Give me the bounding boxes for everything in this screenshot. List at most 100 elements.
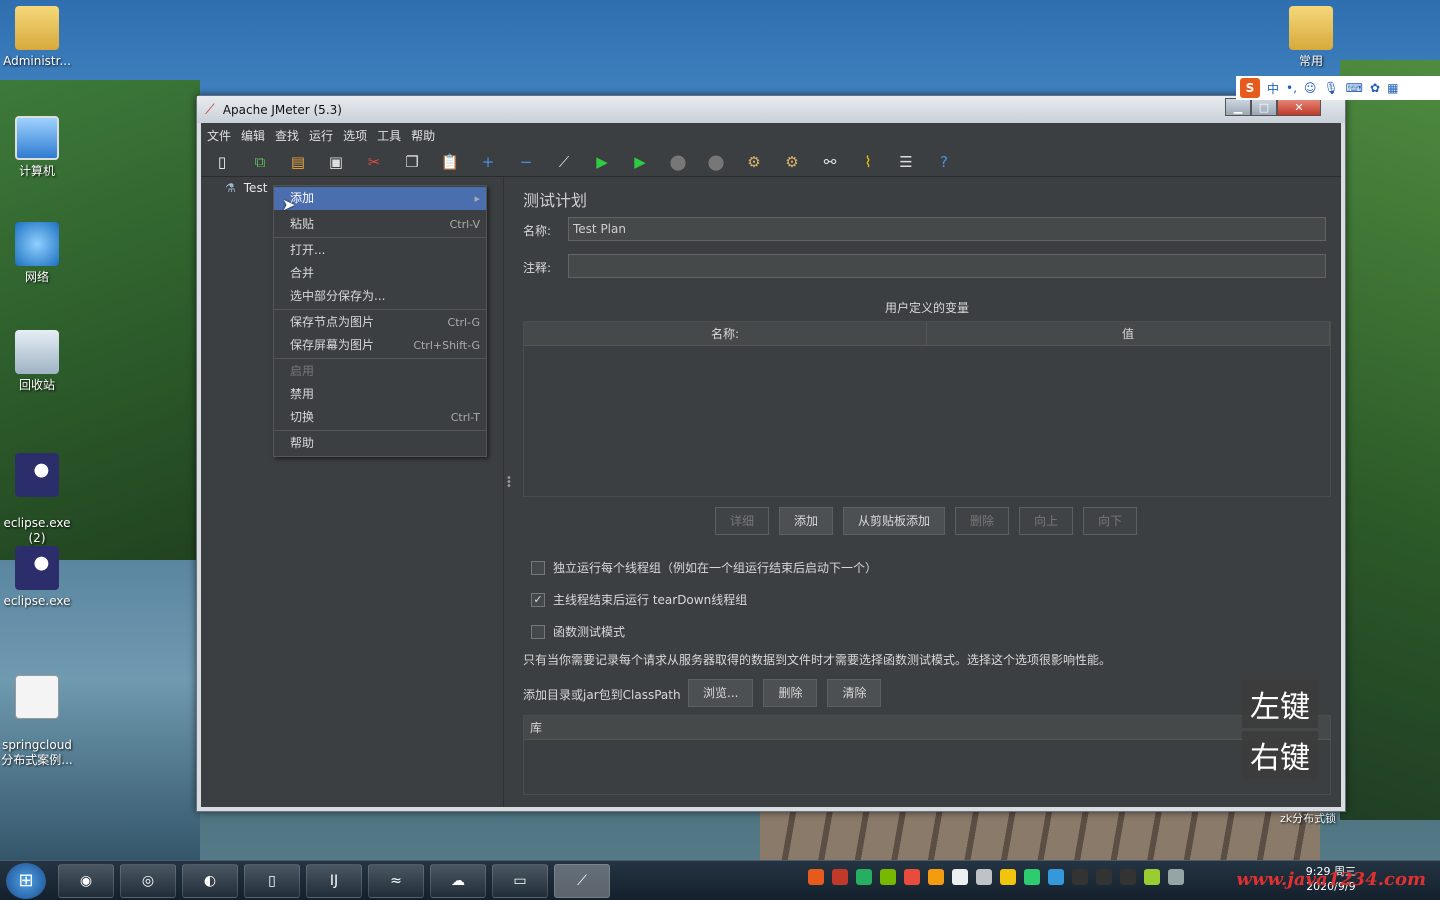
desktop-icon-administrator[interactable]: Administr... — [0, 6, 74, 69]
save-icon[interactable]: ▣ — [325, 151, 347, 173]
tray-shield-icon[interactable] — [856, 869, 872, 885]
splitter-handle[interactable]: • • • — [503, 177, 512, 807]
column-header-library[interactable]: 库 — [524, 716, 542, 739]
taskbar-app-360[interactable]: ◉ — [58, 864, 114, 898]
name-field[interactable]: Test Plan — [568, 217, 1326, 241]
classpath-clear-button[interactable]: 清除 — [827, 679, 882, 707]
tree-node-test-plan[interactable]: ⚗ Test — [225, 181, 267, 195]
tray-qq-icon[interactable] — [1096, 869, 1112, 885]
tray-calendar-icon[interactable] — [832, 869, 848, 885]
tray-wechat-icon[interactable] — [1024, 869, 1040, 885]
stop-icon[interactable]: ⬤ — [667, 151, 689, 173]
expand-icon[interactable]: + — [477, 151, 499, 173]
desktop-icon-computer[interactable]: 计算机 — [0, 116, 74, 179]
user-variables-table[interactable]: 名称: 值 — [523, 321, 1331, 497]
menu-item-save-screen-image[interactable]: 保存屏幕为图片 Ctrl+Shift-G — [274, 334, 486, 357]
title-bar[interactable]: ⟋ Apache JMeter (5.3) — [197, 96, 1345, 123]
desktop-icon-eclipse[interactable]: eclipse.exe — [0, 546, 74, 609]
punctuation-icon[interactable]: •, — [1286, 81, 1297, 95]
tray-nvidia-icon[interactable] — [880, 869, 896, 885]
help-icon[interactable]: ? — [933, 151, 955, 173]
browse-button[interactable]: 浏览... — [688, 679, 754, 707]
library-table[interactable]: 库 — [523, 715, 1331, 795]
column-header-name[interactable]: 名称: — [524, 322, 927, 345]
column-header-value[interactable]: 值 — [927, 322, 1330, 345]
toggle-icon[interactable]: ⟋ — [553, 151, 575, 173]
menu-item-help[interactable]: 帮助 — [274, 432, 486, 455]
tray-app-icon[interactable] — [928, 869, 944, 885]
tools-icon[interactable]: ▦ — [1387, 81, 1398, 95]
cut-icon[interactable]: ✂ — [363, 151, 385, 173]
menu-item-open[interactable]: 打开... — [274, 239, 486, 262]
option-run-thread-groups-consecutively[interactable]: 独立运行每个线程组（例如在一个组运行结束后启动下一个） — [531, 559, 877, 576]
volume-icon[interactable] — [1168, 869, 1184, 885]
ime-mode[interactable]: 中 — [1267, 80, 1279, 97]
ime-toolbar[interactable]: S 中 •, ☺ 🎙 ⌨ ✿ ▦ — [1236, 76, 1440, 100]
copy-icon[interactable]: ❐ — [401, 151, 423, 173]
option-run-teardown[interactable]: ✓ 主线程结束后运行 tearDown线程组 — [531, 591, 747, 608]
menu-options[interactable]: 选项 — [343, 127, 367, 144]
menu-item-add[interactable]: 添加 ▸ — [274, 187, 486, 210]
checkbox[interactable] — [531, 624, 545, 639]
emoji-icon[interactable]: ☺ — [1304, 81, 1317, 95]
templates-icon[interactable]: ⧉ — [249, 151, 271, 173]
desktop-icon-springcloud[interactable]: springcloud 分布式案例... — [0, 660, 74, 783]
keyboard-icon[interactable]: ⌨ — [1346, 81, 1363, 95]
menu-item-enable[interactable]: 启用 — [274, 360, 486, 383]
tray-qq-icon[interactable] — [1120, 869, 1136, 885]
minimize-button[interactable]: ▁ — [1225, 98, 1251, 116]
down-button[interactable]: 向下 — [1083, 507, 1138, 535]
tray-sogou-icon[interactable] — [808, 869, 824, 885]
menu-search[interactable]: 查找 — [275, 127, 299, 144]
menu-item-save-node-image[interactable]: 保存节点为图片 Ctrl-G — [274, 311, 486, 334]
menu-file[interactable]: 文件 — [207, 127, 231, 144]
option-functional-test-mode[interactable]: 函数测试模式 — [531, 623, 625, 640]
clear-all-icon[interactable]: ⚙ — [781, 151, 803, 173]
menu-help[interactable]: 帮助 — [411, 127, 435, 144]
open-icon[interactable]: ▤ — [287, 151, 309, 173]
menu-item-disable[interactable]: 禁用 — [274, 383, 486, 406]
taskbar-app-dolphin[interactable]: ≈ — [368, 864, 424, 898]
up-button[interactable]: 向上 — [1019, 507, 1074, 535]
start-icon[interactable]: ▶ — [591, 151, 613, 173]
new-icon[interactable]: ▯ — [211, 151, 233, 173]
tray-app-icon[interactable] — [904, 869, 920, 885]
tray-app-icon[interactable] — [952, 869, 968, 885]
menu-tools[interactable]: 工具 — [377, 127, 401, 144]
desktop-icon-common-folder[interactable]: 常用 — [1274, 6, 1348, 69]
close-button[interactable]: ✕ — [1277, 98, 1321, 116]
checkbox-checked[interactable]: ✓ — [531, 592, 545, 607]
clear-icon[interactable]: ⚙ — [743, 151, 765, 173]
start-no-pauses-icon[interactable]: ▶ — [629, 151, 651, 173]
taskbar-app-editor[interactable]: ▯ — [244, 864, 300, 898]
search-binoculars-icon[interactable]: ⚯ — [819, 151, 841, 173]
add-button[interactable]: 添加 — [779, 507, 834, 535]
function-helper-icon[interactable]: ☰ — [895, 151, 917, 173]
taskbar-app-browser[interactable]: ◐ — [182, 864, 238, 898]
menu-item-paste[interactable]: 粘贴 Ctrl-V — [274, 213, 486, 236]
collapse-icon[interactable]: − — [515, 151, 537, 173]
tray-app-icon[interactable] — [976, 869, 992, 885]
taskbar-app-photos[interactable]: ☁ — [430, 864, 486, 898]
shutdown-icon[interactable]: ⬤ — [705, 151, 727, 173]
comment-field[interactable] — [568, 254, 1326, 278]
skin-icon[interactable]: ✿ — [1370, 81, 1380, 95]
tray-app-icon[interactable] — [1000, 869, 1016, 885]
start-button[interactable]: ⊞ — [6, 863, 46, 899]
reset-search-broom-icon[interactable]: ⌇ — [857, 151, 879, 173]
tray-app-icon[interactable] — [1144, 869, 1160, 885]
add-from-clipboard-button[interactable]: 从剪贴板添加 — [843, 507, 946, 535]
tray-network-icon[interactable] — [1048, 869, 1064, 885]
checkbox[interactable] — [531, 560, 545, 575]
taskbar-app-jmeter[interactable]: ⟋ — [554, 864, 610, 898]
desktop-icon-eclipse-2[interactable]: eclipse.exe (2) — [0, 438, 74, 561]
tray-qq-icon[interactable] — [1072, 869, 1088, 885]
classpath-delete-button[interactable]: 删除 — [763, 679, 818, 707]
voice-icon[interactable]: 🎙 — [1323, 81, 1338, 95]
taskbar-app-intellij[interactable]: IJ — [306, 864, 362, 898]
menu-edit[interactable]: 编辑 — [241, 127, 265, 144]
detail-button[interactable]: 详细 — [715, 507, 770, 535]
desktop-icon-network[interactable]: 网络 — [0, 222, 74, 285]
desktop-icon-recycle-bin[interactable]: 回收站 — [0, 330, 74, 393]
menu-run[interactable]: 运行 — [309, 127, 333, 144]
